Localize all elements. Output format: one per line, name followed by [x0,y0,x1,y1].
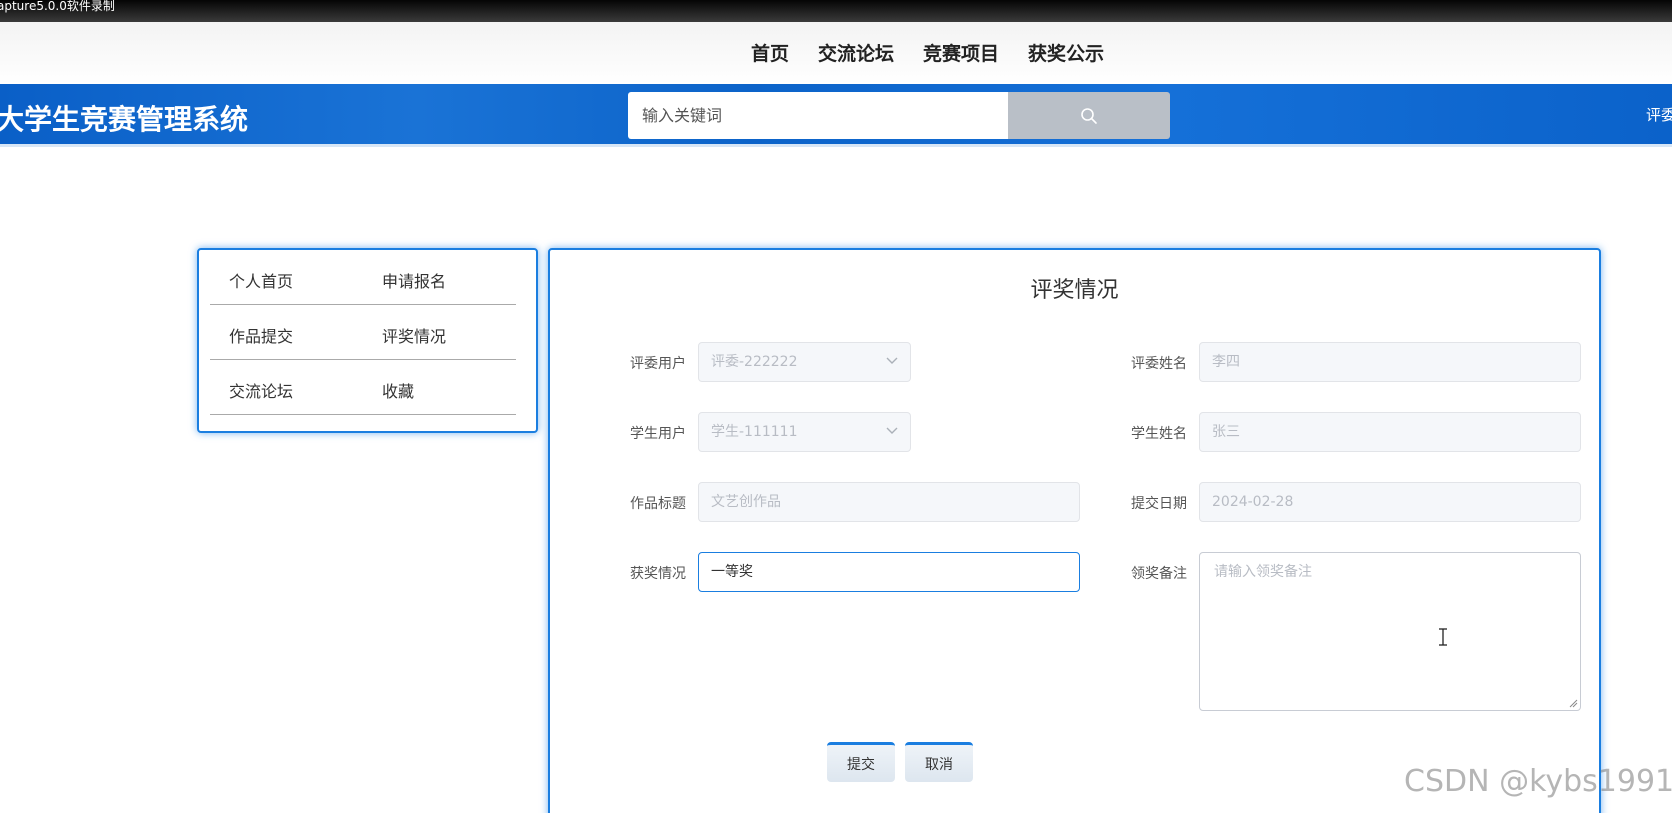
resize-grip-icon[interactable] [1568,698,1578,708]
menu-item-apply[interactable]: 申请报名 [382,268,446,292]
page-title: 评奖情况 [1030,278,1119,303]
work-title-value: 文艺创作品 [711,494,781,510]
submit-button[interactable]: 提交 [827,742,895,782]
student-name-value: 张三 [1212,424,1240,440]
submit-date-value: 2024-02-28 [1212,494,1294,510]
student-name-field[interactable]: 张三 [1199,412,1581,452]
nav-competitions[interactable]: 竞赛项目 [923,39,999,66]
judge-user-value: 评委-222222 [711,354,798,370]
site-title: 大学生竞赛管理系统 [0,103,249,136]
award-form-panel: 评奖情况 评委用户 评委-222222 评委姓名 李四 学生用户 学生-1111… [548,248,1601,813]
search-button[interactable] [1008,92,1170,139]
search-bar [628,92,1170,139]
nav-home[interactable]: 首页 [751,39,789,66]
menu-row: 作品提交 评奖情况 [210,305,516,360]
recorder-text: apture5.0.0软件录制 [0,0,115,13]
student-user-label: 学生用户 [630,426,686,442]
recorder-overlay-bar: apture5.0.0软件录制 [0,0,1672,22]
award-note-textarea[interactable]: 请输入领奖备注 [1199,552,1581,711]
menu-item-award-review[interactable]: 评奖情况 [382,323,446,347]
chevron-down-icon [886,427,898,434]
award-label: 获奖情况 [630,566,686,582]
nav-awards[interactable]: 获奖公示 [1028,39,1104,66]
menu-row: 个人首页 申请报名 [210,250,516,305]
work-title-field[interactable]: 文艺创作品 [698,482,1080,522]
user-role-link[interactable]: 评委 [1646,104,1672,125]
menu-item-forum[interactable]: 交流论坛 [229,378,293,402]
award-value: 一等奖 [711,564,753,580]
menu-item-submit-work[interactable]: 作品提交 [229,323,293,347]
search-icon [1081,107,1097,124]
personal-center-menu: 个人首页 申请报名 作品提交 评奖情况 交流论坛 收藏 [197,248,538,433]
top-navigation: 首页 交流论坛 竞赛项目 获奖公示 [0,22,1672,84]
chevron-down-icon [886,357,898,364]
judge-user-select[interactable]: 评委-222222 [698,342,911,382]
watermark: CSDN @kybs1991 [1404,764,1672,799]
award-note-label: 领奖备注 [1131,566,1187,582]
menu-row: 交流论坛 收藏 [210,360,516,415]
work-title-label: 作品标题 [630,496,686,512]
site-header: 大学生竞赛管理系统 评委 [0,84,1672,147]
student-user-select[interactable]: 学生-111111 [698,412,911,452]
search-input[interactable] [628,92,1008,139]
student-name-label: 学生姓名 [1131,426,1187,442]
judge-user-label: 评委用户 [630,356,686,372]
text-cursor-icon [1439,628,1447,646]
award-input[interactable]: 一等奖 [698,552,1080,592]
student-user-value: 学生-111111 [711,424,798,440]
judge-name-field[interactable]: 李四 [1199,342,1581,382]
nav-forum[interactable]: 交流论坛 [818,39,894,66]
submit-date-label: 提交日期 [1131,496,1187,512]
judge-name-label: 评委姓名 [1131,356,1187,372]
award-note-placeholder: 请输入领奖备注 [1214,564,1312,580]
cancel-button[interactable]: 取消 [905,742,973,782]
judge-name-value: 李四 [1212,354,1240,370]
submit-date-field[interactable]: 2024-02-28 [1199,482,1581,522]
menu-item-personal-home[interactable]: 个人首页 [229,268,293,292]
menu-item-favorites[interactable]: 收藏 [382,378,414,402]
